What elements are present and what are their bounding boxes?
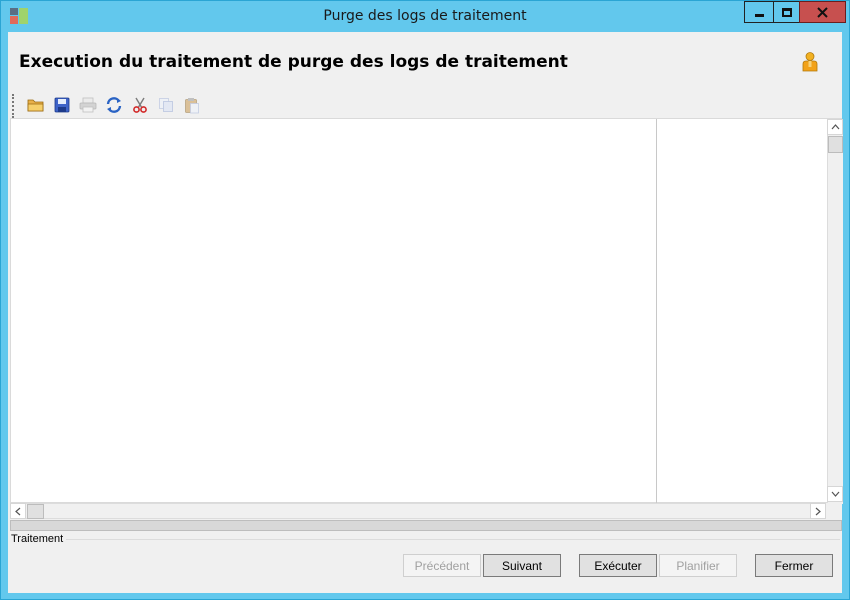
app-window: Purge des logs de traitement Execution d… <box>0 0 850 600</box>
save-button[interactable] <box>52 95 72 115</box>
scroll-up-button[interactable] <box>827 119 843 135</box>
vertical-scrollbar[interactable] <box>827 119 843 504</box>
main-editor-area[interactable] <box>11 119 656 502</box>
chevron-left-icon <box>15 507 21 515</box>
vertical-scroll-thumb[interactable] <box>828 136 843 153</box>
title-bar[interactable]: Purge des logs de traitement <box>1 1 849 32</box>
print-icon <box>79 97 97 113</box>
cut-button[interactable] <box>130 95 150 115</box>
scroll-left-button[interactable] <box>10 503 26 519</box>
maximize-button[interactable] <box>773 1 800 23</box>
client-area: Execution du traitement de purge des log… <box>8 32 843 593</box>
content-panel[interactable] <box>10 118 843 504</box>
paste-icon <box>185 97 199 113</box>
save-disk-icon <box>54 97 70 113</box>
print-button[interactable] <box>78 95 98 115</box>
scroll-corner <box>826 503 842 519</box>
paste-button[interactable] <box>182 95 202 115</box>
close-button[interactable]: Fermer <box>755 554 833 577</box>
previous-button[interactable]: Précédent <box>403 554 481 577</box>
schedule-button[interactable]: Planifier <box>659 554 737 577</box>
copy-button[interactable] <box>156 95 176 115</box>
minimize-icon <box>754 14 764 17</box>
toolbar <box>12 92 832 118</box>
progress-bar <box>10 520 842 531</box>
open-folder-icon <box>27 99 44 112</box>
copy-icon <box>159 98 173 112</box>
toolbar-grip[interactable] <box>12 94 14 118</box>
refresh-button[interactable] <box>104 95 124 115</box>
minimize-button[interactable] <box>744 1 774 23</box>
group-label-traitement: Traitement <box>11 533 66 545</box>
next-button[interactable]: Suivant <box>483 554 561 577</box>
page-title: Execution du traitement de purge des log… <box>19 52 568 72</box>
close-window-button[interactable] <box>799 1 846 23</box>
cut-scissors-icon <box>133 97 147 113</box>
window-title: Purge des logs de traitement <box>323 8 527 24</box>
maximize-icon <box>781 7 792 17</box>
chevron-down-icon <box>831 491 839 497</box>
side-panel[interactable] <box>657 119 827 502</box>
scroll-right-button[interactable] <box>810 503 826 519</box>
scroll-down-button[interactable] <box>827 486 843 502</box>
chevron-up-icon <box>831 124 839 130</box>
execute-button[interactable]: Exécuter <box>579 554 657 577</box>
group-divider <box>66 539 840 540</box>
close-icon <box>817 6 828 18</box>
chevron-right-icon <box>815 507 821 515</box>
horizontal-scrollbar[interactable] <box>10 503 826 519</box>
refresh-icon <box>106 97 122 113</box>
open-button[interactable] <box>26 95 46 115</box>
horizontal-scroll-thumb[interactable] <box>27 504 44 519</box>
user-icon[interactable] <box>801 52 819 72</box>
